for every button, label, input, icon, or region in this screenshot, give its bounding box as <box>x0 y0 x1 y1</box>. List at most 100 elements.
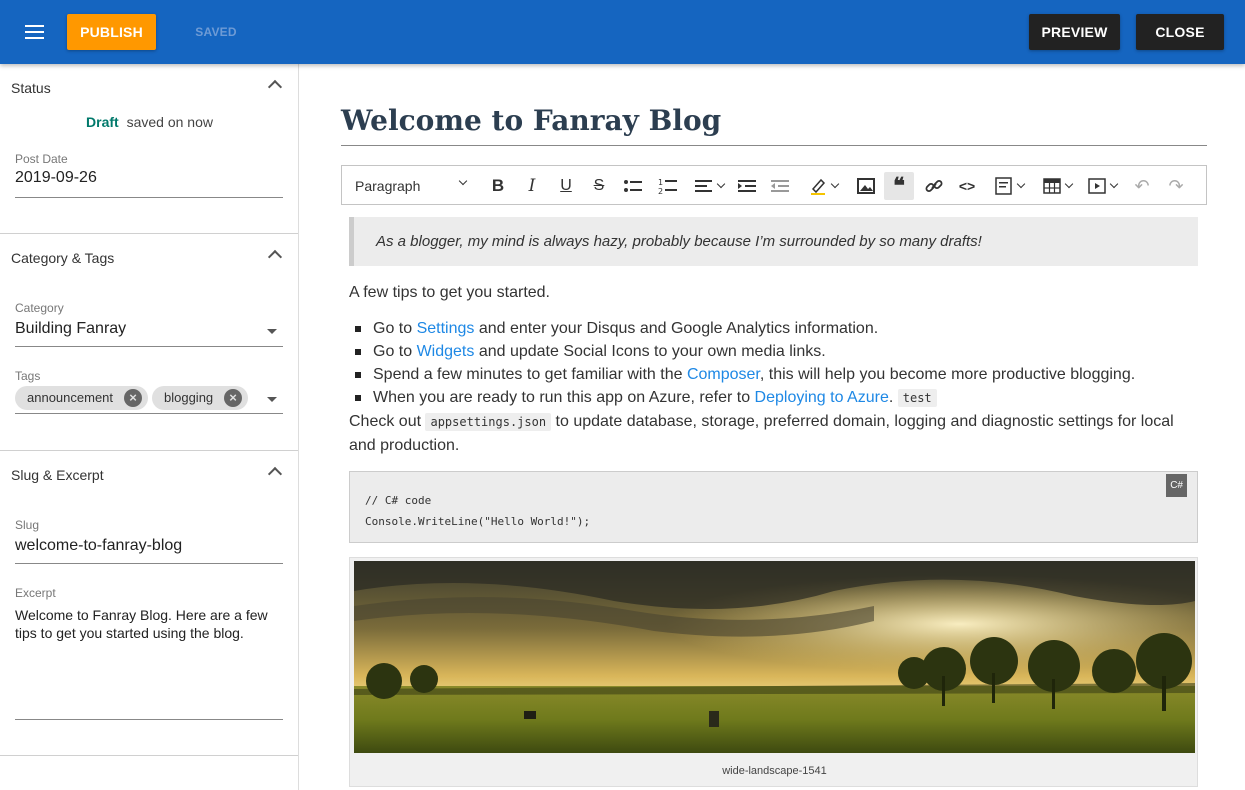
media-icon[interactable] <box>1083 172 1121 200</box>
saved-text: saved on now <box>126 114 213 130</box>
remove-tag-icon[interactable]: × <box>124 389 142 407</box>
tips-list: Go to Settings and enter your Disqus and… <box>349 317 1199 410</box>
tip-text: Spend a few minutes to get familiar with… <box>373 366 687 383</box>
bulleted-list-icon[interactable] <box>618 172 648 200</box>
post-date-field[interactable]: Post Date 2019-09-26 <box>15 152 283 198</box>
heading-select[interactable]: Paragraph <box>346 172 476 200</box>
editor-area: Welcome to Fanray Blog Paragraph B I U S… <box>300 64 1245 790</box>
publish-button[interactable]: PUBLISH <box>67 14 156 50</box>
intro-paragraph[interactable]: A few tips to get you started. <box>349 281 1199 305</box>
tip-text: and enter your Disqus and Google Analyti… <box>474 320 879 337</box>
remove-tag-icon[interactable]: × <box>224 389 242 407</box>
chevron-down-icon <box>1064 179 1073 189</box>
chevron-up-icon[interactable] <box>267 466 283 482</box>
composer-link[interactable]: Composer <box>687 366 760 383</box>
slug-value[interactable]: welcome-to-fanray-blog <box>15 537 283 555</box>
chevron-down-icon <box>1109 179 1118 189</box>
landscape-image[interactable] <box>354 561 1195 753</box>
redo-icon[interactable]: ↷ <box>1162 172 1190 200</box>
tag-chip-label: announcement <box>27 390 114 405</box>
slug-excerpt-panel-header[interactable]: Slug & Excerpt <box>0 451 298 497</box>
category-tags-panel-title: Category & Tags <box>11 250 115 266</box>
settings-link[interactable]: Settings <box>417 320 475 337</box>
image-icon[interactable] <box>852 172 880 200</box>
code-block-icon[interactable] <box>987 172 1031 200</box>
list-item: Go to Settings and enter your Disqus and… <box>349 317 1199 340</box>
post-date-label: Post Date <box>15 152 68 166</box>
saved-button: SAVED <box>195 25 237 39</box>
image-figure[interactable]: wide-landscape-1541 <box>349 557 1198 787</box>
tip-text: Go to <box>373 320 417 337</box>
svg-text:1: 1 <box>658 178 663 187</box>
app-bar: PUBLISH SAVED PREVIEW CLOSE <box>0 0 1245 64</box>
quote-icon[interactable]: ❝ <box>884 172 914 200</box>
tags-select[interactable]: Tags announcement × blogging × <box>15 369 283 414</box>
category-label: Category <box>15 301 64 315</box>
code-block[interactable]: C# // C# code Console.WriteLine("Hello W… <box>349 471 1198 543</box>
list-item: Spend a few minutes to get familiar with… <box>349 363 1199 386</box>
blockquote[interactable]: As a blogger, my mind is always hazy, pr… <box>349 217 1198 266</box>
inline-code: test <box>897 389 937 407</box>
code-icon[interactable]: <> <box>953 172 981 200</box>
dropdown-arrow-icon[interactable] <box>267 329 277 334</box>
category-select[interactable]: Category Building Fanray <box>15 301 283 347</box>
indent-icon[interactable] <box>734 172 760 200</box>
draft-label: Draft <box>86 114 119 130</box>
chevron-down-icon <box>716 179 725 189</box>
preview-button[interactable]: PREVIEW <box>1029 14 1120 50</box>
slug-excerpt-panel-title: Slug & Excerpt <box>11 467 104 483</box>
code-line: Console.WriteLine("Hello World!"); <box>365 515 591 528</box>
svg-text:2: 2 <box>658 187 663 195</box>
checkout-paragraph[interactable]: Check out appsettings.json to update dat… <box>349 410 1199 458</box>
editor-toolbar: Paragraph B I U S 12 ❝ <> ↶ ↷ <box>341 165 1207 205</box>
post-title-input[interactable]: Welcome to Fanray Blog <box>341 104 1207 146</box>
tip-text: . <box>888 389 898 406</box>
outdent-icon[interactable] <box>767 172 793 200</box>
category-tags-panel: Category & Tags Category Building Fanray… <box>0 234 298 451</box>
menu-icon[interactable] <box>23 22 47 42</box>
link-icon[interactable] <box>920 172 948 200</box>
list-item: Go to Widgets and update Social Icons to… <box>349 340 1199 363</box>
italic-icon[interactable]: I <box>518 172 546 200</box>
chevron-down-icon <box>458 176 468 186</box>
underline-icon[interactable]: U <box>552 172 580 200</box>
chevron-down-icon <box>830 179 839 189</box>
slug-excerpt-panel: Slug & Excerpt Slug welcome-to-fanray-bl… <box>0 451 298 756</box>
sidebar: Status Draft saved on now Post Date 2019… <box>0 64 299 790</box>
undo-icon[interactable]: ↶ <box>1128 172 1156 200</box>
chevron-up-icon[interactable] <box>267 249 283 265</box>
slug-field[interactable]: Slug welcome-to-fanray-blog <box>15 518 283 564</box>
numbered-list-icon[interactable]: 12 <box>653 172 683 200</box>
close-button[interactable]: CLOSE <box>1136 14 1224 50</box>
figure-caption[interactable]: wide-landscape-1541 <box>350 765 1199 777</box>
strikethrough-icon[interactable]: S <box>585 172 613 200</box>
dropdown-arrow-icon[interactable] <box>267 397 277 402</box>
category-value: Building Fanray <box>15 320 127 337</box>
tip-text: and update Social Icons to your own medi… <box>474 343 826 360</box>
table-icon[interactable] <box>1039 172 1075 200</box>
highlight-icon[interactable] <box>801 172 845 200</box>
list-item: When you are ready to run this app on Az… <box>349 386 1199 410</box>
status-panel: Status Draft saved on now Post Date 2019… <box>0 64 298 234</box>
code-language-badge: C# <box>1166 474 1187 497</box>
excerpt-field[interactable]: Excerpt Welcome to Fanray Blog. Here are… <box>15 586 283 720</box>
status-panel-header[interactable]: Status <box>0 64 298 110</box>
chevron-up-icon[interactable] <box>267 79 283 95</box>
category-tags-panel-header[interactable]: Category & Tags <box>0 234 298 280</box>
excerpt-label: Excerpt <box>15 586 56 600</box>
post-date-value[interactable]: 2019-09-26 <box>15 169 283 187</box>
chevron-down-icon <box>1016 179 1025 189</box>
tags-label: Tags <box>15 369 41 383</box>
bold-icon[interactable]: B <box>484 172 512 200</box>
checkout-text: Check out <box>349 413 426 430</box>
widgets-link[interactable]: Widgets <box>417 343 475 360</box>
code-line: // C# code <box>365 494 432 507</box>
status-line: Draft saved on now <box>0 114 299 130</box>
tag-chip[interactable]: announcement × <box>15 386 148 410</box>
excerpt-value[interactable]: Welcome to Fanray Blog. Here are a few t… <box>15 606 283 642</box>
deploying-to-azure-link[interactable]: Deploying to Azure <box>755 389 889 406</box>
status-panel-title: Status <box>11 80 51 96</box>
tip-text: , this will help you become more product… <box>759 366 1136 383</box>
align-icon[interactable] <box>691 172 727 200</box>
tag-chip[interactable]: blogging × <box>152 386 248 410</box>
